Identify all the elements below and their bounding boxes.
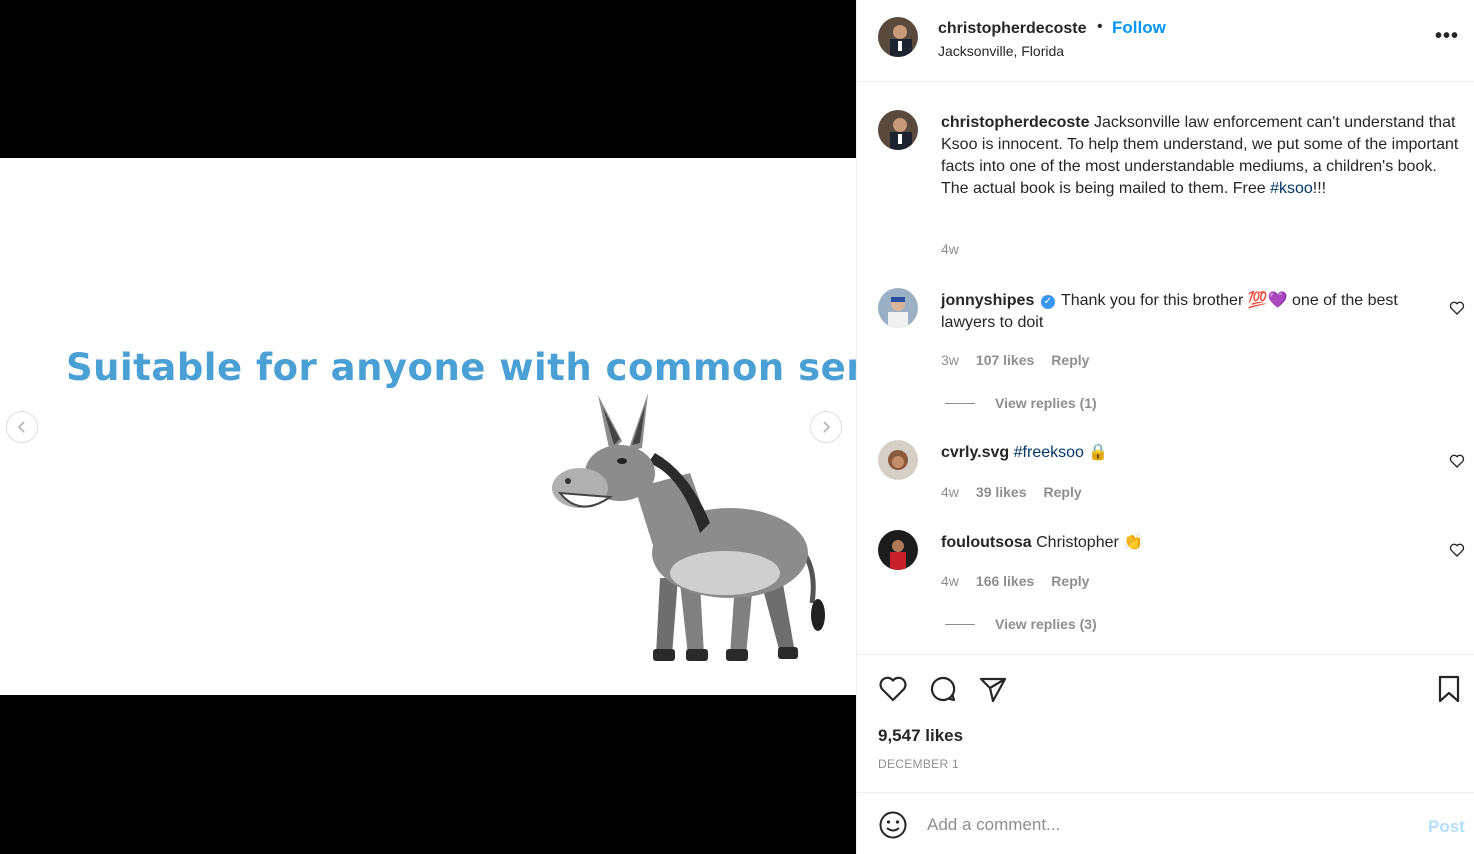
comment-likes[interactable]: 107 likes (976, 352, 1034, 368)
post-caption: christopherdecoste Jacksonville law enfo… (941, 112, 1466, 200)
post-date[interactable]: DECEMBER 1 (878, 757, 959, 771)
carousel-next-button[interactable] (810, 411, 842, 443)
save-bookmark-icon[interactable] (1433, 673, 1465, 705)
comment-text: jonnyshipes ✓ Thank you for this brother… (941, 290, 1431, 334)
commenter-avatar[interactable] (878, 288, 918, 328)
follow-button[interactable]: Follow (1112, 18, 1166, 38)
commenter-avatar[interactable] (878, 530, 918, 570)
reply-button[interactable]: Reply (1051, 573, 1089, 589)
post-location[interactable]: Jacksonville, Florida (938, 43, 1064, 59)
like-heart-icon[interactable] (877, 673, 909, 705)
separator-dot: • (1097, 18, 1103, 35)
comment-time[interactable]: 4w (941, 484, 959, 500)
reply-button[interactable]: Reply (1044, 484, 1082, 500)
comments-section: christopherdecoste Jacksonville law enfo… (857, 82, 1474, 654)
comment-likes[interactable]: 166 likes (976, 573, 1034, 589)
comment-bubble-icon[interactable] (927, 673, 959, 705)
view-replies-label: View replies (3) (995, 616, 1097, 632)
comment-username[interactable]: jonnyshipes (941, 292, 1034, 309)
comment-text: fouloutsosa Christopher 👏 (941, 532, 1431, 554)
comment-meta: 3w 107 likes Reply (941, 352, 1089, 368)
like-comment-heart-icon[interactable] (1449, 542, 1465, 558)
carousel-slide[interactable]: Suitable for anyone with common sense. (0, 158, 856, 695)
post-comment-button[interactable]: Post (1428, 817, 1465, 837)
caption-username[interactable]: christopherdecoste (941, 114, 1089, 131)
caption-suffix: !!! (1312, 180, 1327, 197)
view-replies-button[interactable]: View replies (1) (945, 395, 1097, 411)
comment-likes[interactable]: 39 likes (976, 484, 1027, 500)
chevron-right-icon (823, 421, 831, 433)
more-options-icon[interactable]: ••• (1435, 26, 1459, 46)
replies-divider (945, 623, 975, 625)
post-details-panel: christopherdecoste • Follow Jacksonville… (856, 0, 1474, 854)
caption-author-avatar[interactable] (878, 110, 918, 150)
comment-body: Christopher 👏 (1036, 534, 1144, 551)
like-comment-heart-icon[interactable] (1449, 453, 1465, 469)
verified-badge-icon: ✓ (1040, 295, 1055, 309)
view-replies-button[interactable]: View replies (3) (945, 616, 1097, 632)
author-username[interactable]: christopherdecoste (938, 20, 1086, 38)
emoji-smiley-icon[interactable] (878, 810, 908, 840)
comment-text: cvrly.svg #freeksoo 🔒 (941, 442, 1431, 464)
share-send-icon[interactable] (977, 673, 1009, 705)
post-media: Suitable for anyone with common sense. (0, 0, 856, 854)
add-comment-bar: Post (857, 792, 1474, 854)
comment-username[interactable]: fouloutsosa (941, 534, 1032, 551)
comment-username[interactable]: cvrly.svg (941, 444, 1009, 461)
comment-body: 🔒 (1083, 444, 1109, 461)
likes-count[interactable]: 9,547 likes (878, 726, 963, 746)
view-replies-label: View replies (1) (995, 395, 1097, 411)
author-avatar[interactable] (878, 17, 918, 57)
chevron-left-icon (17, 421, 25, 433)
comment-meta: 4w 39 likes Reply (941, 484, 1082, 500)
post-actions: 9,547 likes DECEMBER 1 (857, 654, 1474, 792)
carousel-prev-button[interactable] (6, 411, 38, 443)
comment-time[interactable]: 4w (941, 573, 959, 589)
comment-meta: 4w 166 likes Reply (941, 573, 1089, 589)
caption-timestamp[interactable]: 4w (941, 241, 959, 257)
slide-caption-text: Suitable for anyone with common sense. (66, 346, 856, 389)
comment-time[interactable]: 3w (941, 352, 959, 368)
replies-divider (945, 402, 975, 404)
reply-button[interactable]: Reply (1051, 352, 1089, 368)
comment-hashtag[interactable]: #freeksoo (1014, 444, 1084, 461)
add-comment-input[interactable] (927, 811, 1407, 839)
donkey-illustration (552, 393, 825, 661)
like-comment-heart-icon[interactable] (1449, 300, 1465, 316)
commenter-avatar[interactable] (878, 440, 918, 480)
caption-hashtag[interactable]: #ksoo (1270, 180, 1313, 197)
post-header: christopherdecoste • Follow Jacksonville… (857, 0, 1474, 82)
